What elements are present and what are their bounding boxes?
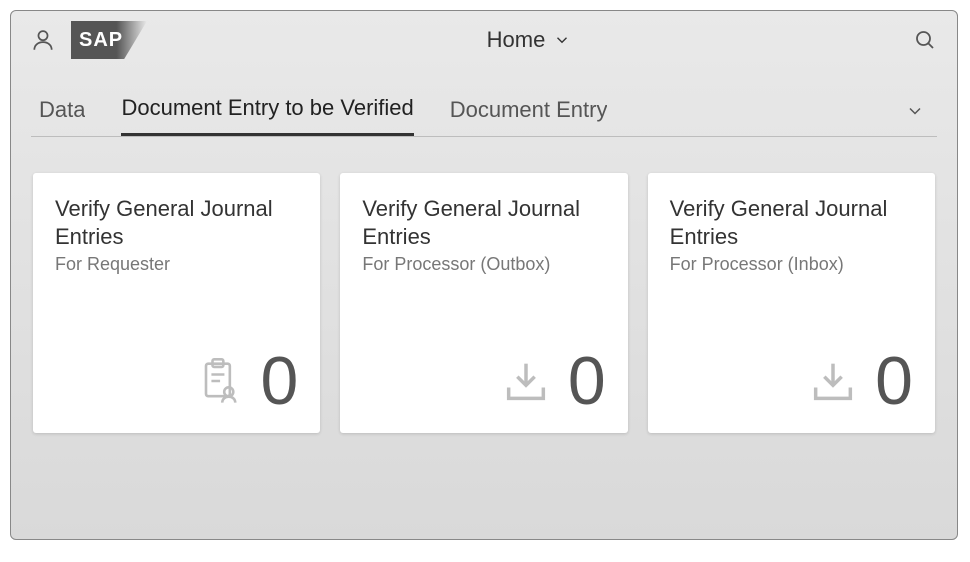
tile-title: Verify General Journal Entries [362, 195, 605, 250]
shell-header: SAP Home [11, 11, 957, 69]
page-title-dropdown[interactable]: Home [487, 27, 572, 53]
tile-kpi: 0 [670, 347, 913, 415]
tile-title: Verify General Journal Entries [670, 195, 913, 250]
download-tray-icon [498, 353, 554, 409]
page-title-text: Home [487, 27, 546, 53]
tile-container: Verify General Journal Entries For Reque… [11, 137, 957, 433]
sap-logo-text: SAP [79, 29, 123, 52]
tab-document-entry-to-be-verified[interactable]: Document Entry to be Verified [121, 95, 413, 136]
tabs-expand-button[interactable] [901, 97, 929, 125]
header-right [911, 26, 939, 54]
tile-verify-gje-requester[interactable]: Verify General Journal Entries For Reque… [33, 173, 320, 433]
tile-kpi: 0 [362, 347, 605, 415]
tile-subtitle: For Processor (Outbox) [362, 254, 605, 275]
tile-kpi: 0 [55, 347, 298, 415]
app-shell: SAP Home Data Document Entry [10, 10, 958, 540]
tile-subtitle: For Requester [55, 254, 298, 275]
tile-verify-gje-processor-inbox[interactable]: Verify General Journal Entries For Proce… [648, 173, 935, 433]
header-left: SAP [29, 21, 147, 59]
chevron-down-icon [905, 101, 925, 121]
tab-label: Document Entry [450, 97, 608, 122]
tab-data[interactable]: Data [39, 97, 85, 135]
download-tray-icon [805, 353, 861, 409]
tab-label: Document Entry to be Verified [121, 95, 413, 120]
tabs-bar: Data Document Entry to be Verified Docum… [11, 69, 957, 136]
user-icon[interactable] [29, 26, 57, 54]
tile-subtitle: For Processor (Inbox) [670, 254, 913, 275]
clipboard-person-icon [191, 353, 247, 409]
chevron-down-icon [553, 31, 571, 49]
tile-title: Verify General Journal Entries [55, 195, 298, 250]
header-center: Home [147, 27, 911, 53]
tile-count: 0 [261, 347, 299, 415]
tab-label: Data [39, 97, 85, 122]
sap-logo: SAP [71, 21, 147, 59]
tab-document-entry[interactable]: Document Entry [450, 97, 608, 135]
tile-verify-gje-processor-outbox[interactable]: Verify General Journal Entries For Proce… [340, 173, 627, 433]
tile-count: 0 [875, 347, 913, 415]
tile-count: 0 [568, 347, 606, 415]
search-icon[interactable] [911, 26, 939, 54]
